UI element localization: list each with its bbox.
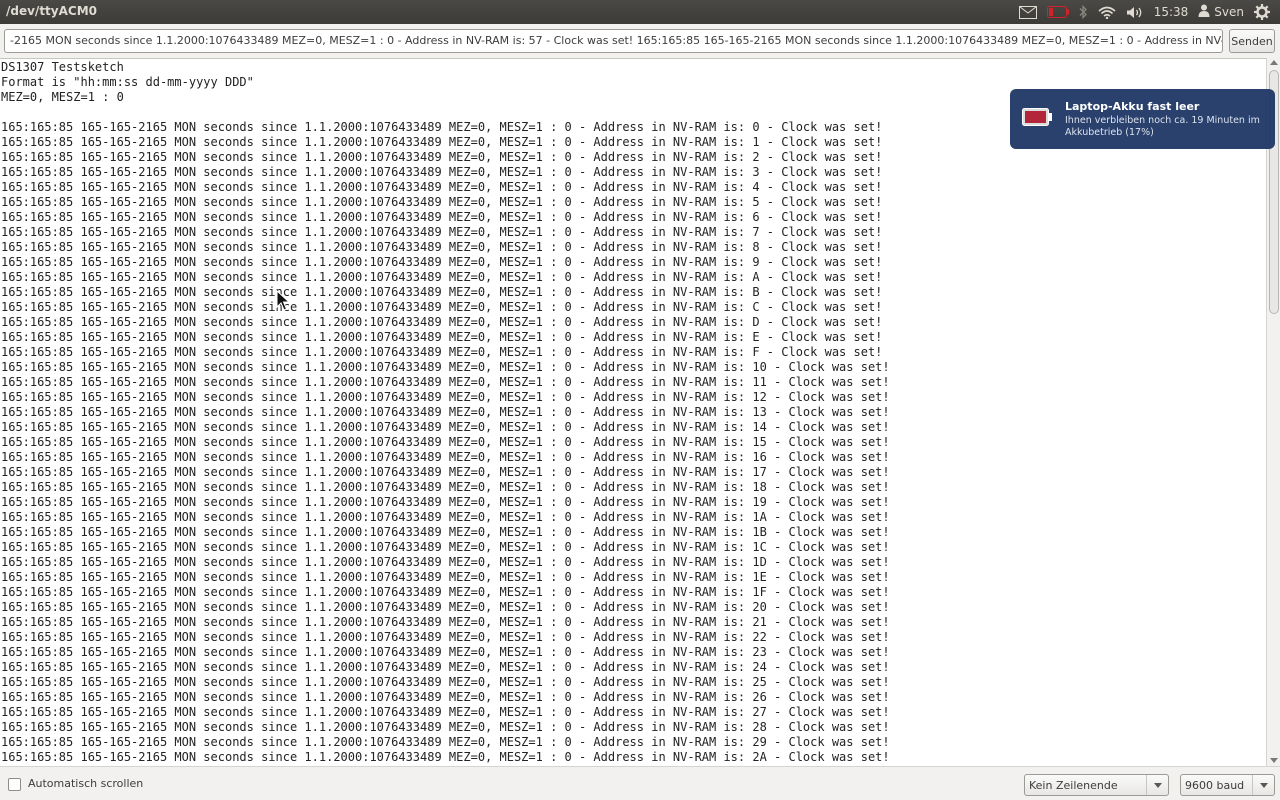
scroll-up-arrow-icon[interactable] <box>1270 60 1278 65</box>
output-line: 165:165:85 165-165-2165 MON seconds sinc… <box>1 225 883 239</box>
output-line: 165:165:85 165-165-2165 MON seconds sinc… <box>1 720 890 734</box>
output-line: 165:165:85 165-165-2165 MON seconds sinc… <box>1 435 890 449</box>
serial-output[interactable]: DS1307 Testsketch Format is "hh:mm:ss dd-… <box>0 58 1266 766</box>
output-line: 165:165:85 165-165-2165 MON seconds sinc… <box>1 315 883 329</box>
output-line: 165:165:85 165-165-2165 MON seconds sinc… <box>1 675 890 689</box>
output-line: 165:165:85 165-165-2165 MON seconds sinc… <box>1 375 890 389</box>
output-line: 165:165:85 165-165-2165 MON seconds sinc… <box>1 390 890 404</box>
output-line: 165:165:85 165-165-2165 MON seconds sinc… <box>1 420 890 434</box>
bottom-row: Automatisch scrollen Kein Zeilenende 960… <box>0 766 1280 800</box>
output-lines: DS1307 Testsketch Format is "hh:mm:ss dd-… <box>1 60 890 765</box>
output-line: 165:165:85 165-165-2165 MON seconds sinc… <box>1 450 890 464</box>
battery-low-icon <box>1022 108 1052 126</box>
output-line: 165:165:85 165-165-2165 MON seconds sinc… <box>1 645 890 659</box>
output-line: 165:165:85 165-165-2165 MON seconds sinc… <box>1 480 890 494</box>
output-line: 165:165:85 165-165-2165 MON seconds sinc… <box>1 285 883 299</box>
output-line: 165:165:85 165-165-2165 MON seconds sinc… <box>1 600 890 614</box>
output-line: 165:165:85 165-165-2165 MON seconds sinc… <box>1 615 890 629</box>
output-line: DS1307 Testsketch <box>1 60 124 74</box>
output-line: 165:165:85 165-165-2165 MON seconds sinc… <box>1 240 883 254</box>
output-line: 165:165:85 165-165-2165 MON seconds sinc… <box>1 330 883 344</box>
output-line: Format is "hh:mm:ss dd-mm-yyyy DDD" <box>1 75 254 89</box>
line-ending-value: Kein Zeilenende <box>1029 779 1118 792</box>
wifi-icon[interactable] <box>1098 6 1116 19</box>
output-line: 165:165:85 165-165-2165 MON seconds sinc… <box>1 345 883 359</box>
output-line: 165:165:85 165-165-2165 MON seconds sinc… <box>1 270 883 284</box>
mouse-cursor-icon <box>276 290 290 311</box>
output-line: 165:165:85 165-165-2165 MON seconds sinc… <box>1 735 890 749</box>
notification-body: Ihnen verbleiben noch ca. 19 Minuten im … <box>1065 115 1260 138</box>
output-line: 165:165:85 165-165-2165 MON seconds sinc… <box>1 120 883 134</box>
chevron-down-icon <box>1146 775 1168 795</box>
send-input[interactable]: -2165 MON seconds since 1.1.2000:1076433… <box>4 29 1223 53</box>
output-line: 165:165:85 165-165-2165 MON seconds sinc… <box>1 360 890 374</box>
system-tray: 15:38 Sven <box>1018 0 1280 24</box>
battery-notification: Laptop-Akku fast leer Ihnen verbleiben n… <box>1010 89 1275 149</box>
output-line: 165:165:85 165-165-2165 MON seconds sinc… <box>1 750 890 764</box>
output-line: 165:165:85 165-165-2165 MON seconds sinc… <box>1 135 883 149</box>
output-line: 165:165:85 165-165-2165 MON seconds sinc… <box>1 195 883 209</box>
output-line: MEZ=0, MESZ=1 : 0 <box>1 90 124 104</box>
output-line: 165:165:85 165-165-2165 MON seconds sinc… <box>1 630 890 644</box>
output-line: 165:165:85 165-165-2165 MON seconds sinc… <box>1 585 890 599</box>
vertical-scrollbar[interactable] <box>1266 58 1280 766</box>
output-line: 165:165:85 165-165-2165 MON seconds sinc… <box>1 525 890 539</box>
scroll-down-arrow-icon[interactable] <box>1270 758 1278 763</box>
output-line: 165:165:85 165-165-2165 MON seconds sinc… <box>1 540 890 554</box>
send-button[interactable]: Senden <box>1229 29 1275 53</box>
window-title: /dev/ttyACM0 <box>6 4 97 18</box>
volume-icon[interactable] <box>1126 6 1144 19</box>
mail-icon[interactable] <box>1018 5 1037 19</box>
output-line: 165:165:85 165-165-2165 MON seconds sinc… <box>1 300 883 314</box>
output-line: 165:165:85 165-165-2165 MON seconds sinc… <box>1 690 890 704</box>
output-line: 165:165:85 165-165-2165 MON seconds sinc… <box>1 510 890 524</box>
battery-low-icon[interactable] <box>1046 6 1069 18</box>
output-line: 165:165:85 165-165-2165 MON seconds sinc… <box>1 495 890 509</box>
user-name: Sven <box>1214 5 1244 19</box>
user-menu[interactable]: Sven <box>1198 4 1244 20</box>
output-line: 165:165:85 165-165-2165 MON seconds sinc… <box>1 255 883 269</box>
user-icon <box>1198 4 1210 20</box>
autoscroll-checkbox[interactable] <box>8 778 21 791</box>
output-line: 165:165:85 165-165-2165 MON seconds sinc… <box>1 180 883 194</box>
notification-title: Laptop-Akku fast leer <box>1065 100 1200 113</box>
output-line: 165:165:85 165-165-2165 MON seconds sinc… <box>1 570 890 584</box>
top-panel: /dev/ttyACM0 15:38 Sven <box>0 0 1280 24</box>
bluetooth-icon[interactable] <box>1079 5 1088 19</box>
output-line: 165:165:85 165-165-2165 MON seconds sinc… <box>1 465 890 479</box>
settings-gear-icon[interactable] <box>1254 4 1270 20</box>
baud-rate-value: 9600 baud <box>1185 779 1245 792</box>
output-line: 165:165:85 165-165-2165 MON seconds sinc… <box>1 405 890 419</box>
send-row: -2165 MON seconds since 1.1.2000:1076433… <box>0 24 1280 58</box>
line-ending-select[interactable]: Kein Zeilenende <box>1024 774 1169 796</box>
output-line: 165:165:85 165-165-2165 MON seconds sinc… <box>1 165 883 179</box>
output-line: 165:165:85 165-165-2165 MON seconds sinc… <box>1 660 890 674</box>
baud-rate-select[interactable]: 9600 baud <box>1180 774 1275 796</box>
autoscroll-label[interactable]: Automatisch scrollen <box>28 777 143 790</box>
panel-clock[interactable]: 15:38 <box>1154 5 1189 19</box>
output-line: 165:165:85 165-165-2165 MON seconds sinc… <box>1 210 883 224</box>
output-line: 165:165:85 165-165-2165 MON seconds sinc… <box>1 555 890 569</box>
output-line: 165:165:85 165-165-2165 MON seconds sinc… <box>1 705 890 719</box>
output-line: 165:165:85 165-165-2165 MON seconds sinc… <box>1 150 883 164</box>
chevron-down-icon <box>1252 775 1274 795</box>
